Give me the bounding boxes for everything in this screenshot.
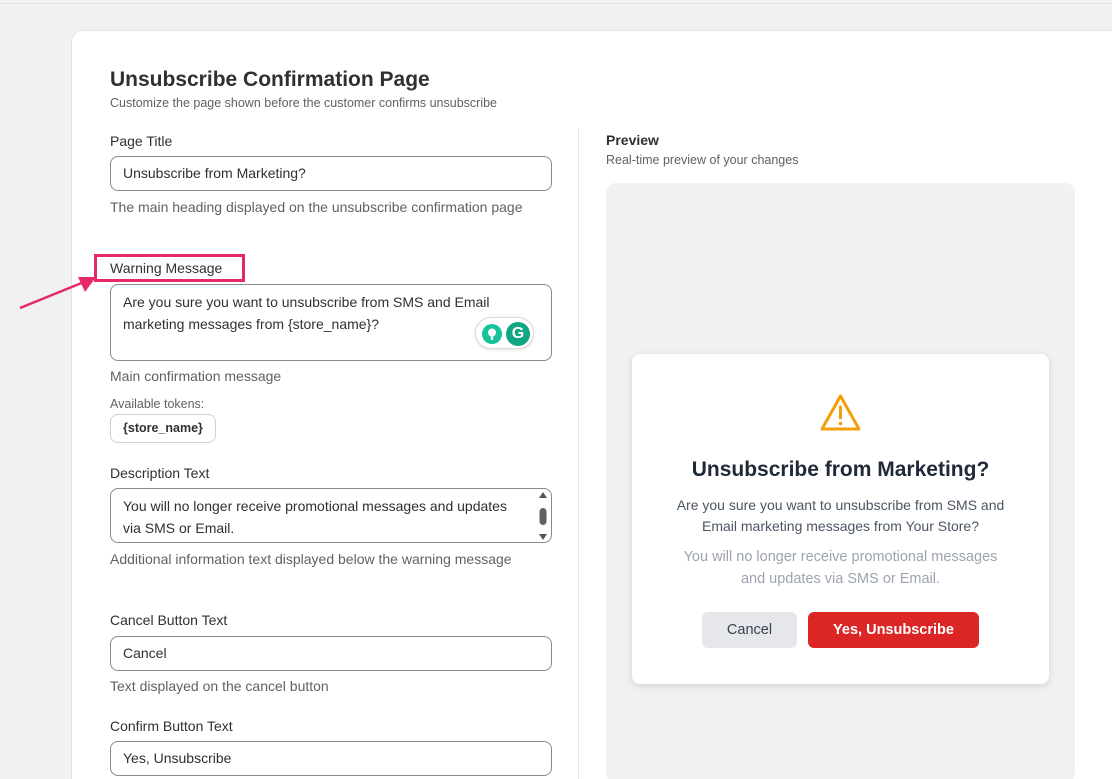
preview-modal-description: You will no longer receive promotional m… [683,549,998,587]
confirm-button-text-input[interactable]: Yes, Unsubscribe [110,741,552,776]
cancel-button-text-input[interactable]: Cancel [110,636,552,671]
cancel-button-text-label: Cancel Button Text [110,612,228,628]
tokens-label: Available tokens: [110,397,205,411]
description-scrollbar[interactable] [538,491,548,541]
warning-triangle-icon [820,394,861,431]
column-divider [578,128,579,779]
token-chip-store-name[interactable]: {store_name} [110,414,216,443]
confirm-button-text-label: Confirm Button Text [110,718,233,734]
page-title: Unsubscribe Confirmation Page [110,68,430,91]
cancel-button-text-help: Text displayed on the cancel button [110,678,329,694]
page-subtitle: Customize the page shown before the cust… [110,96,497,110]
page-title-help: The main heading displayed on the unsubs… [110,199,523,215]
annotation-arrow-icon [19,277,96,310]
description-text-textarea[interactable]: You will no longer receive promotional m… [110,488,552,543]
warning-message-help: Main confirmation message [110,368,282,384]
preview-modal-heading: Unsubscribe from Marketing? [691,458,990,481]
page-title-label: Page Title [110,133,173,149]
annotation-highlight-box [94,254,245,282]
preview-modal-message: Are you sure you want to unsubscribe fro… [676,497,1005,534]
grammarly-widget[interactable]: G [475,317,534,349]
top-divider [0,3,1112,4]
preview-cancel-button[interactable]: Cancel [702,612,797,648]
description-text-help: Additional information text displayed be… [110,551,512,567]
preview-subtitle: Real-time preview of your changes [606,153,799,167]
grammarly-logo-icon[interactable]: G [506,322,530,346]
preview-title: Preview [606,132,659,148]
description-text-label: Description Text [110,465,210,481]
grammarly-suggestion-icon[interactable] [482,324,502,344]
preview-confirm-button[interactable]: Yes, Unsubscribe [808,612,979,648]
page-title-input[interactable]: Unsubscribe from Marketing? [110,156,552,191]
